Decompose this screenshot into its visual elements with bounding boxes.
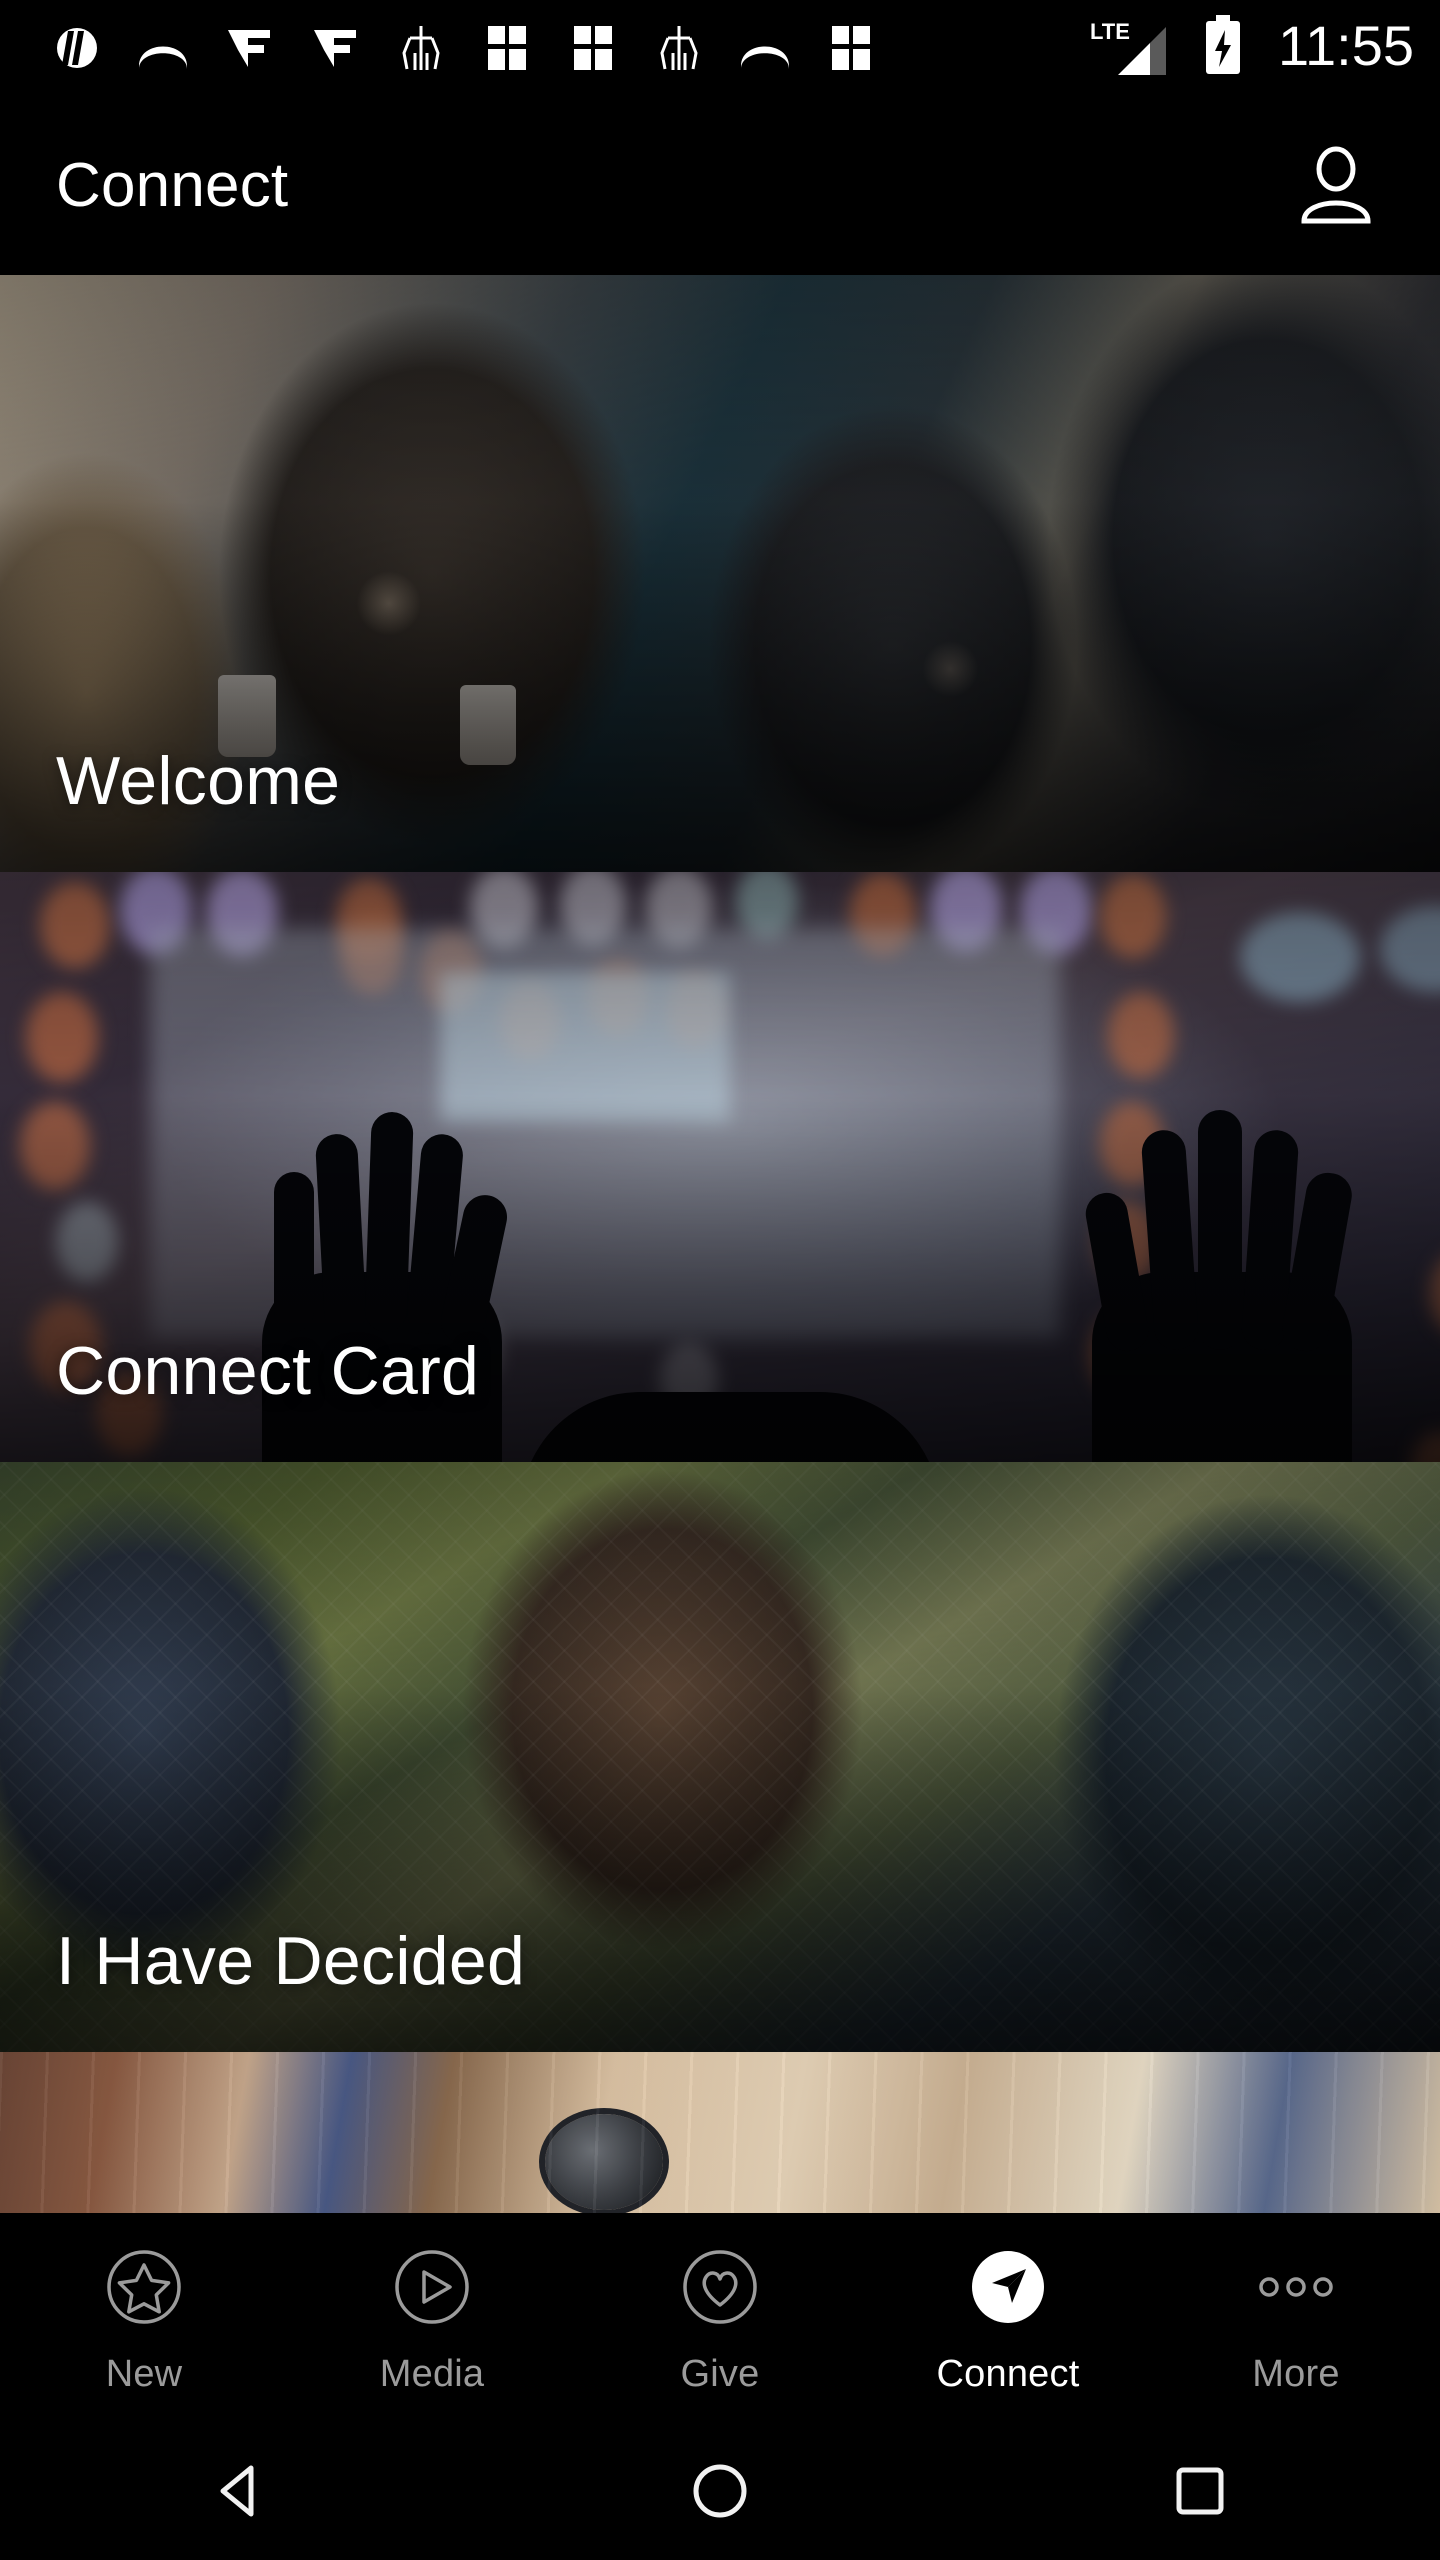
tab-media[interactable]: Media: [288, 2213, 576, 2421]
connect-card-list[interactable]: Welcome Connect Card I Have Decided: [0, 275, 1440, 2213]
list-item[interactable]: Connect Card: [0, 872, 1440, 1462]
card-title: I Have Decided: [56, 1923, 526, 1999]
tab-label: More: [1252, 2352, 1340, 2395]
tab-more[interactable]: More: [1152, 2213, 1440, 2421]
status-indicators: LTE 11:55: [1088, 14, 1414, 81]
wristwatch-detail: [545, 2114, 663, 2210]
android-navigation-bar: [0, 2421, 1440, 2560]
window-panes-notification-icon: [808, 17, 894, 79]
page-title: Connect: [56, 150, 289, 220]
tab-label: Media: [379, 2352, 485, 2395]
window-panes-notification-icon: [464, 17, 550, 79]
play-circle-icon: [384, 2239, 480, 2335]
bottom-tab-bar: New Media Give Connect More: [0, 2213, 1440, 2421]
church-app-notification-icon: [34, 17, 120, 79]
vf-logo-notification-icon: [292, 17, 378, 79]
star-circle-icon: [96, 2239, 192, 2335]
card-title: Welcome: [56, 743, 341, 819]
card-title: Connect Card: [56, 1333, 480, 1409]
heart-circle-icon: [672, 2239, 768, 2335]
tab-label: Give: [680, 2352, 760, 2395]
tab-give[interactable]: Give: [576, 2213, 864, 2421]
tab-new[interactable]: New: [0, 2213, 288, 2421]
partial-photo-hands-together: [0, 2052, 1440, 2213]
compass-navigate-icon: [960, 2239, 1056, 2335]
app-bar: Connect: [0, 95, 1440, 275]
list-item[interactable]: I Have Decided: [0, 1462, 1440, 2052]
window-panes-notification-icon: [550, 17, 636, 79]
person-account-icon[interactable]: [1276, 125, 1396, 245]
battery-charging-icon: [1202, 14, 1244, 81]
arch-bridge-notification-icon: [120, 17, 206, 79]
home-circle-icon[interactable]: [480, 2460, 960, 2522]
lte-label: LTE: [1090, 19, 1130, 44]
tab-label: New: [105, 2352, 183, 2395]
tab-connect[interactable]: Connect: [864, 2213, 1152, 2421]
tab-label: Connect: [936, 2352, 1080, 2395]
cross-banner-notification-icon: [636, 17, 722, 79]
phone-screen: LTE 11:55 Connect Welcome Connect Card I…: [0, 0, 1440, 2560]
vf-logo-notification-icon: [206, 17, 292, 79]
status-notification-icons: [34, 17, 1088, 79]
more-dots-icon: [1248, 2239, 1344, 2335]
list-item[interactable]: Welcome: [0, 275, 1440, 872]
status-bar: LTE 11:55: [0, 0, 1440, 95]
status-clock: 11:55: [1278, 13, 1414, 77]
cross-banner-notification-icon: [378, 17, 464, 79]
arch-bridge-notification-icon: [722, 17, 808, 79]
cellular-signal-icon: LTE: [1088, 17, 1172, 79]
recents-square-icon[interactable]: [960, 2460, 1440, 2522]
list-item[interactable]: [0, 2052, 1440, 2213]
back-triangle-icon[interactable]: [0, 2460, 480, 2522]
